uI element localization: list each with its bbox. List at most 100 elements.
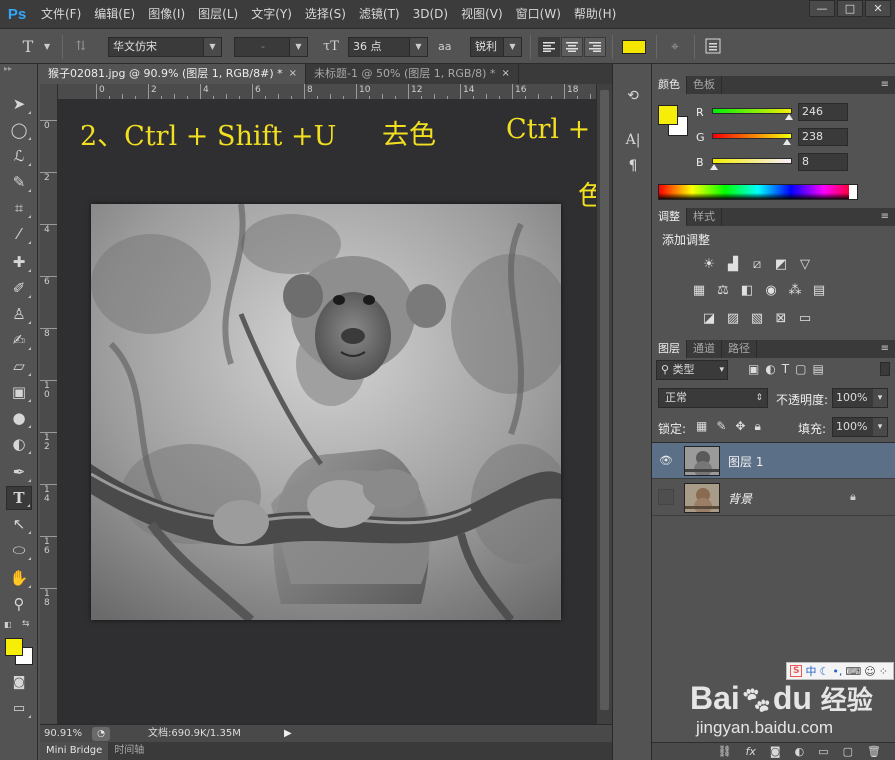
type-tool-icon[interactable]: T	[18, 37, 38, 57]
vibrance-icon[interactable]: ▽	[796, 256, 814, 272]
color-lookup-icon[interactable]: ▤	[810, 282, 828, 298]
menu-item[interactable]: 编辑(E)	[87, 0, 141, 28]
slider-thumb[interactable]	[785, 114, 794, 120]
close-icon[interactable]: ×	[501, 64, 509, 84]
hue-saturation-icon[interactable]: ▦	[690, 282, 708, 298]
type-tool-icon[interactable]: T	[6, 486, 32, 510]
channel-value-field[interactable]: 246	[798, 103, 848, 121]
channel-slider[interactable]	[712, 133, 792, 139]
quick-mask-icon[interactable]: ◙	[6, 670, 32, 694]
status-share-icon[interactable]: ◔	[92, 727, 110, 741]
brush-tool-icon[interactable]: ✐	[6, 276, 32, 300]
character-panel-button[interactable]	[704, 37, 724, 57]
opacity-field[interactable]: 100% ▾	[832, 388, 888, 408]
menu-item[interactable]: 文件(F)	[34, 0, 87, 28]
close-icon[interactable]: ×	[289, 64, 297, 84]
align-center-button[interactable]	[561, 37, 583, 57]
character-icon[interactable]: A|	[623, 132, 643, 152]
filter-toggle-icon[interactable]	[880, 362, 890, 376]
invert-icon[interactable]: ◪	[700, 310, 718, 326]
eyedropper-tool-icon[interactable]: ⁄	[6, 222, 32, 246]
marquee-tool-icon[interactable]: ◯	[6, 118, 32, 142]
scrollbar-thumb[interactable]	[600, 90, 609, 710]
gradient-map-icon[interactable]: ▭	[796, 310, 814, 326]
paragraph-icon[interactable]: ¶	[623, 158, 643, 178]
panel-menu-icon[interactable]: ≡	[881, 211, 889, 222]
channel-slider[interactable]	[712, 158, 792, 164]
black-white-icon[interactable]: ◧	[738, 282, 756, 298]
menu-item[interactable]: 窗口(W)	[509, 0, 567, 28]
ime-mode[interactable]: 中	[805, 663, 816, 679]
menu-item[interactable]: 文字(Y)	[244, 0, 298, 28]
zoom-tool-icon[interactable]: ⚲	[6, 592, 32, 616]
tab-paths[interactable]: 路径	[722, 340, 757, 358]
font-family-select[interactable]: 华文仿宋 ▼	[108, 37, 222, 57]
dodge-tool-icon[interactable]: ◐	[6, 432, 32, 456]
tab-styles[interactable]: 样式	[687, 208, 722, 226]
threshold-icon[interactable]: ▧	[748, 310, 766, 326]
tab-mini-bridge[interactable]: Mini Bridge	[40, 742, 109, 760]
tool-preset-arrow-icon[interactable]: ▼	[44, 37, 54, 57]
foreground-color-swatch[interactable]	[658, 105, 678, 125]
align-left-button[interactable]	[538, 37, 560, 57]
menu-item[interactable]: 图像(I)	[141, 0, 191, 28]
levels-icon[interactable]: ▟	[724, 256, 742, 272]
curves-icon[interactable]: ⧄	[748, 256, 766, 272]
tab-timeline[interactable]: 时间轴	[108, 742, 150, 760]
fill-field[interactable]: 100% ▾	[832, 417, 888, 437]
menu-item[interactable]: 3D(D)	[406, 0, 454, 28]
layer-name[interactable]: 背景	[728, 490, 752, 507]
selective-color-icon[interactable]: ⊠	[772, 310, 790, 326]
posterize-icon[interactable]: ▨	[724, 310, 742, 326]
warp-text-icon[interactable]: ⌖	[664, 37, 686, 57]
tab-channels[interactable]: 通道	[687, 340, 722, 358]
tab-swatches[interactable]: 色板	[687, 76, 722, 94]
history-brush-tool-icon[interactable]: ✍	[6, 328, 32, 352]
default-colors-icon[interactable]: ◧	[4, 620, 12, 629]
slider-thumb[interactable]	[710, 164, 719, 170]
channel-value-field[interactable]: 238	[798, 128, 848, 146]
panel-menu-icon[interactable]: ≡	[881, 343, 889, 354]
quick-select-tool-icon[interactable]: ✎	[6, 170, 32, 194]
menu-item[interactable]: 图层(L)	[191, 0, 244, 28]
color-balance-icon[interactable]: ⚖	[714, 282, 732, 298]
align-right-button[interactable]	[584, 37, 606, 57]
blur-tool-icon[interactable]: ●	[6, 406, 32, 430]
eye-icon[interactable]: 👁︎	[658, 452, 674, 468]
layer-filter-icons[interactable]: ▣◐T▢▤	[748, 362, 830, 376]
swap-colors-icon[interactable]: ⇆	[22, 619, 30, 629]
font-size-select[interactable]: 36 点 ▼	[348, 37, 428, 57]
vertical-scrollbar[interactable]	[596, 84, 612, 724]
healing-brush-tool-icon[interactable]: ✚	[6, 250, 32, 274]
history-icon[interactable]: ⟲	[623, 88, 643, 108]
menu-item[interactable]: 视图(V)	[454, 0, 509, 28]
crop-tool-icon[interactable]: ⌗	[6, 196, 32, 220]
document-tab-monkey[interactable]: 猴子02081.jpg @ 90.9% (图层 1, RGB/8#) * ×	[40, 64, 307, 84]
path-selection-tool-icon[interactable]: ↖	[6, 512, 32, 536]
exposure-icon[interactable]: ◩	[772, 256, 790, 272]
minimize-button[interactable]: —	[809, 0, 835, 17]
layer-name[interactable]: 图层 1	[728, 453, 763, 470]
brightness-contrast-icon[interactable]: ☀	[700, 256, 718, 272]
pen-tool-icon[interactable]: ✒	[6, 460, 32, 484]
menu-item[interactable]: 滤镜(T)	[352, 0, 406, 28]
panel-menu-icon[interactable]: ≡	[881, 79, 889, 90]
text-orientation-icon[interactable]: ⇅	[70, 37, 92, 57]
layer-row[interactable]: 👁︎ 图层 1	[652, 443, 895, 479]
blend-mode-select[interactable]: 正常 ⇕	[658, 388, 768, 408]
gradient-tool-icon[interactable]: ▣	[6, 380, 32, 404]
document-canvas[interactable]: 2、Ctrl + Shift +U 去色 Ctrl + L 色阶	[58, 100, 596, 724]
lock-icons[interactable]: ▦✎✥🔒︎	[696, 419, 770, 434]
tab-layers[interactable]: 图层	[652, 340, 687, 358]
visibility-toggle[interactable]	[658, 489, 674, 505]
channel-value-field[interactable]: 8	[798, 153, 848, 171]
menu-item[interactable]: 选择(S)	[298, 0, 352, 28]
font-style-select[interactable]: - ▼	[234, 37, 308, 57]
screen-mode-icon[interactable]: ▭	[6, 696, 32, 720]
tab-color[interactable]: 颜色	[652, 76, 687, 94]
tab-adjustments[interactable]: 调整	[652, 208, 687, 226]
photo-filter-icon[interactable]: ◉	[762, 282, 780, 298]
status-menu-arrow-icon[interactable]: ▶	[284, 727, 294, 741]
channel-mixer-icon[interactable]: ⁂	[786, 282, 804, 298]
hand-tool-icon[interactable]: ✋	[6, 566, 32, 590]
